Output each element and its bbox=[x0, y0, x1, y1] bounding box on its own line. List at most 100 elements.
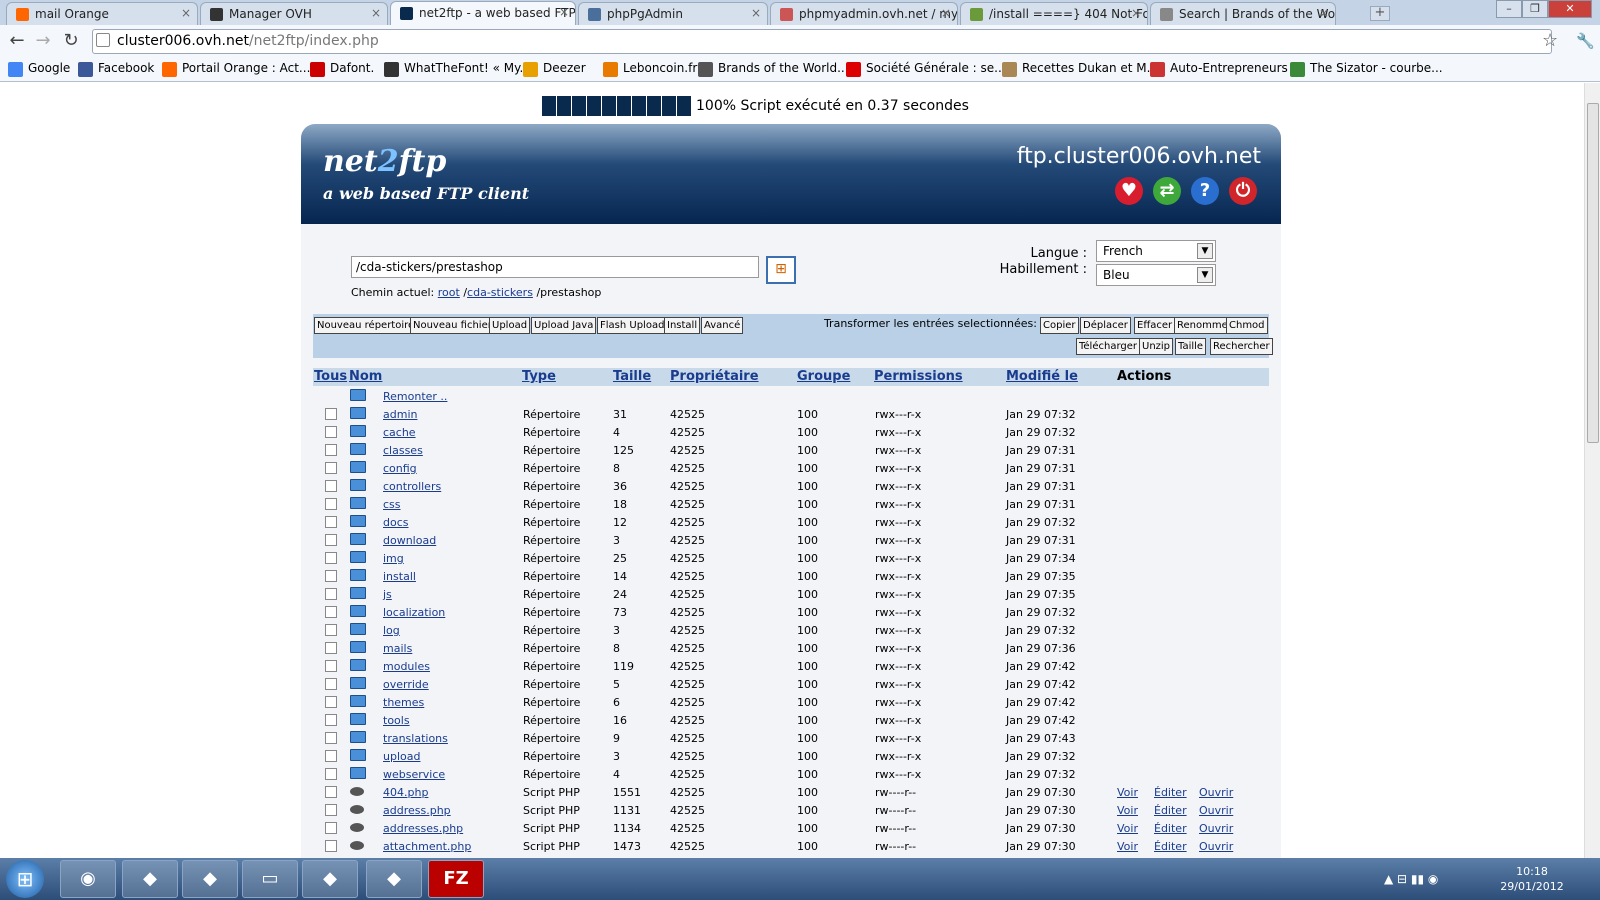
row-checkbox[interactable] bbox=[325, 732, 337, 744]
tab-4[interactable]: phpPgAdmin × bbox=[578, 2, 768, 25]
bookmark-2[interactable]: Facebook bbox=[78, 61, 154, 77]
bookmark-12[interactable]: The Sizator - courbe... bbox=[1290, 61, 1443, 77]
row-checkbox[interactable] bbox=[325, 552, 337, 564]
tab-6[interactable]: /install ====} 404 Not Foun × bbox=[960, 2, 1148, 25]
row-checkbox[interactable] bbox=[325, 822, 337, 834]
chrome-icon[interactable]: ◉ bbox=[60, 860, 116, 898]
cell-name[interactable]: admin bbox=[383, 408, 417, 421]
open-link[interactable]: Ouvrir bbox=[1199, 786, 1233, 799]
folder-icon[interactable]: ▭ bbox=[242, 860, 298, 898]
cell-name[interactable]: classes bbox=[383, 444, 423, 457]
tab-5[interactable]: phpmyadmin.ovh.net / my × bbox=[770, 2, 958, 25]
cell-name[interactable]: translations bbox=[383, 732, 448, 745]
row-checkbox[interactable] bbox=[325, 642, 337, 654]
header-select-all[interactable]: Tous bbox=[314, 369, 347, 384]
help-icon[interactable]: ? bbox=[1191, 177, 1219, 205]
cell-name[interactable]: mails bbox=[383, 642, 412, 655]
row-checkbox[interactable] bbox=[325, 426, 337, 438]
row-checkbox[interactable] bbox=[325, 444, 337, 456]
bookmark-8[interactable]: Brands of the World... bbox=[698, 61, 849, 77]
row-checkbox[interactable] bbox=[325, 498, 337, 510]
row-checkbox[interactable] bbox=[325, 480, 337, 492]
minimize-button[interactable]: – bbox=[1496, 0, 1522, 18]
skin-select[interactable]: Bleu ▼ bbox=[1096, 264, 1216, 286]
edit-link[interactable]: Éditer bbox=[1154, 822, 1187, 835]
bookmark-star-icon[interactable]: ☆ bbox=[1542, 30, 1558, 51]
cell-name[interactable]: webservice bbox=[383, 768, 445, 781]
go-up-link[interactable]: Remonter .. bbox=[383, 390, 447, 403]
bookmark-5[interactable]: WhatTheFont! « My... bbox=[384, 61, 531, 77]
action-avanc--button[interactable]: Avancé bbox=[701, 317, 744, 334]
header-permissions[interactable]: Permissions bbox=[874, 369, 963, 384]
header-size[interactable]: Taille bbox=[613, 369, 651, 384]
edit-link[interactable]: Éditer bbox=[1154, 840, 1187, 853]
bookmark-9[interactable]: Société Générale : se... bbox=[846, 61, 1006, 77]
cell-name[interactable]: address.php bbox=[383, 804, 451, 817]
cell-name[interactable]: install bbox=[383, 570, 416, 583]
header-modified[interactable]: Modifié le bbox=[1006, 369, 1078, 384]
row-checkbox[interactable] bbox=[325, 696, 337, 708]
row-checkbox[interactable] bbox=[325, 768, 337, 780]
view-link[interactable]: Voir bbox=[1117, 840, 1138, 853]
language-select[interactable]: French ▼ bbox=[1096, 240, 1216, 262]
vertical-scrollbar[interactable] bbox=[1584, 83, 1600, 858]
row-checkbox[interactable] bbox=[325, 534, 337, 546]
tab-3[interactable]: net2ftp - a web based FTP c × bbox=[390, 1, 576, 25]
tab-7[interactable]: Search | Brands of the Worl × bbox=[1150, 2, 1336, 25]
close-icon[interactable]: × bbox=[559, 5, 569, 19]
cell-name[interactable]: config bbox=[383, 462, 417, 475]
cell-name[interactable]: themes bbox=[383, 696, 424, 709]
crumb-cda-stickers[interactable]: cda-stickers bbox=[467, 286, 533, 299]
logout-icon[interactable]: ⏻ bbox=[1229, 177, 1257, 205]
cell-name[interactable]: modules bbox=[383, 660, 430, 673]
cell-name[interactable]: img bbox=[383, 552, 404, 565]
close-window-button[interactable]: ✕ bbox=[1548, 0, 1592, 18]
cell-name[interactable]: log bbox=[383, 624, 400, 637]
action-copier-button[interactable]: Copier bbox=[1040, 317, 1079, 334]
heart-icon[interactable]: ♥ bbox=[1115, 177, 1143, 205]
row-checkbox[interactable] bbox=[325, 516, 337, 528]
row-checkbox[interactable] bbox=[325, 624, 337, 636]
action-nouveau-r-pertoire-button[interactable]: Nouveau répertoire bbox=[314, 317, 418, 334]
action-d-placer-button[interactable]: Déplacer bbox=[1080, 317, 1131, 334]
close-icon[interactable]: × bbox=[1319, 6, 1329, 20]
action-nouveau-fichier-button[interactable]: Nouveau fichier bbox=[410, 317, 495, 334]
start-button[interactable]: ⊞ bbox=[6, 860, 44, 898]
close-icon[interactable]: × bbox=[751, 6, 761, 20]
cell-name[interactable]: tools bbox=[383, 714, 410, 727]
cell-name[interactable]: attachment.php bbox=[383, 840, 471, 853]
bookmark-1[interactable]: Google bbox=[8, 61, 70, 77]
refresh-icon[interactable]: ⇄ bbox=[1153, 177, 1181, 205]
row-checkbox[interactable] bbox=[325, 588, 337, 600]
photos-icon[interactable]: ◆ bbox=[366, 860, 422, 898]
row-checkbox[interactable] bbox=[325, 408, 337, 420]
filezilla-icon[interactable]: FZ bbox=[428, 860, 484, 898]
cell-name[interactable]: download bbox=[383, 534, 436, 547]
tab-2[interactable]: Manager OVH × bbox=[200, 2, 388, 25]
action-taille-button[interactable]: Taille bbox=[1175, 338, 1207, 355]
cell-name[interactable]: js bbox=[383, 588, 392, 601]
close-icon[interactable]: × bbox=[371, 6, 381, 20]
row-checkbox[interactable] bbox=[325, 804, 337, 816]
open-link[interactable]: Ouvrir bbox=[1199, 804, 1233, 817]
row-checkbox[interactable] bbox=[325, 840, 337, 852]
row-checkbox[interactable] bbox=[325, 462, 337, 474]
action-effacer-button[interactable]: Effacer bbox=[1134, 317, 1176, 334]
new-tab-button[interactable]: + bbox=[1370, 6, 1390, 21]
cell-name[interactable]: 404.php bbox=[383, 786, 428, 799]
bookmark-4[interactable]: Dafont. bbox=[310, 61, 374, 77]
cell-name[interactable]: override bbox=[383, 678, 429, 691]
row-checkbox[interactable] bbox=[325, 786, 337, 798]
bookmark-10[interactable]: Recettes Dukan et M... bbox=[1002, 61, 1158, 77]
cell-name[interactable]: docs bbox=[383, 516, 409, 529]
open-link[interactable]: Ouvrir bbox=[1199, 822, 1233, 835]
cell-name[interactable]: upload bbox=[383, 750, 420, 763]
row-checkbox[interactable] bbox=[325, 570, 337, 582]
open-link[interactable]: Ouvrir bbox=[1199, 840, 1233, 853]
tools-icon[interactable]: ◆ bbox=[302, 860, 358, 898]
forward-icon[interactable]: → bbox=[32, 31, 54, 53]
clock[interactable]: 10:18 29/01/2012 bbox=[1498, 864, 1566, 894]
tab-1[interactable]: mail Orange × bbox=[6, 2, 198, 25]
row-checkbox[interactable] bbox=[325, 714, 337, 726]
bookmark-3[interactable]: Portail Orange : Act... bbox=[162, 61, 310, 77]
